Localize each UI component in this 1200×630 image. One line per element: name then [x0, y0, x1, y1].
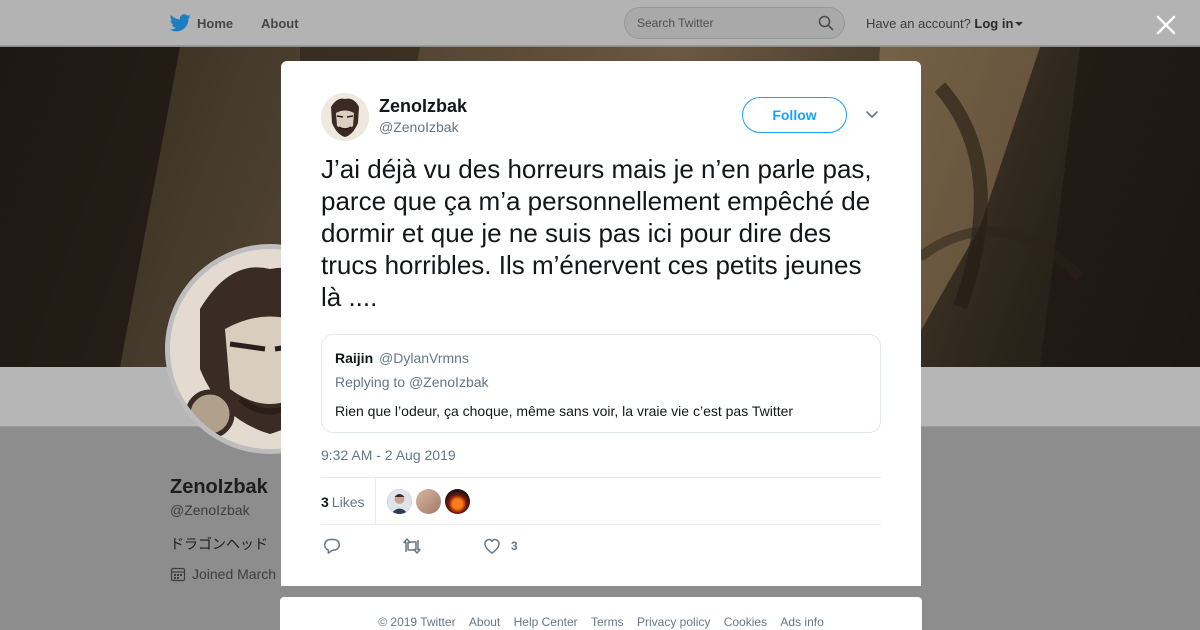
- author-name[interactable]: ZenoIzbak: [379, 96, 467, 117]
- quoted-author-handle: @DylanVrmns: [379, 350, 469, 366]
- footer: © 2019 Twitter About Help Center Terms P…: [280, 597, 922, 630]
- footer-link-cookies[interactable]: Cookies: [724, 615, 767, 629]
- search-box[interactable]: [624, 7, 845, 39]
- tweet-text: J’ai déjà vu des horreurs mais je n’en p…: [321, 154, 872, 312]
- chevron-down-icon[interactable]: [865, 109, 879, 121]
- profile-handle: @ZenoIzbak: [170, 502, 250, 518]
- quoted-replying-to: Replying to @ZenoIzbak: [335, 374, 489, 390]
- likes-stat[interactable]: 3 Likes: [321, 494, 364, 510]
- footer-link-about[interactable]: About: [469, 615, 500, 629]
- tweet-timestamp[interactable]: 9:32 AM - 2 Aug 2019: [321, 447, 456, 463]
- quoted-tweet[interactable]: Raijin @DylanVrmns Replying to @ZenoIzba…: [321, 334, 881, 433]
- profile-name: ZenoIzbak: [170, 476, 268, 498]
- liker-avatar[interactable]: [387, 489, 412, 514]
- replying-to-handle[interactable]: @ZenoIzbak: [409, 374, 489, 390]
- search-input[interactable]: [637, 8, 817, 38]
- retweet-icon[interactable]: [402, 537, 422, 555]
- twitter-bird-icon: [170, 14, 191, 32]
- tweet-stats: 3 Likes: [321, 477, 881, 525]
- login-link[interactable]: Log in: [974, 16, 1013, 31]
- footer-link-privacy-policy[interactable]: Privacy policy: [637, 615, 710, 629]
- profile-joined: Joined March: [170, 566, 276, 582]
- home-link[interactable]: Home: [170, 12, 233, 34]
- author-avatar-artwork: [321, 93, 369, 141]
- tweet-modal: ZenoIzbak @ZenoIzbak Follow J’ai déjà vu…: [281, 61, 921, 586]
- replying-to-label: Replying to: [335, 374, 406, 390]
- profile-bio: ドラゴンヘッド: [170, 536, 268, 552]
- footer-link-ads-info[interactable]: Ads info: [780, 615, 823, 629]
- quoted-tweet-text: Rien que l’odeur, ça choque, même sans v…: [335, 403, 794, 419]
- profile-joined-label: Joined March: [192, 566, 277, 582]
- like-action-count: 3: [511, 539, 518, 553]
- follow-button[interactable]: Follow: [742, 97, 847, 133]
- tweet-actions: 3: [321, 535, 881, 557]
- quoted-author-name: Raijin: [335, 350, 374, 366]
- stats-divider: [375, 478, 376, 524]
- home-label: Home: [197, 15, 234, 31]
- likes-count: 3: [321, 494, 329, 510]
- quoted-tweet-header: Raijin @DylanVrmns: [335, 350, 469, 366]
- top-navigation: Home About Have an account? Log in: [0, 0, 1200, 46]
- reply-icon[interactable]: [323, 537, 341, 555]
- liker-avatar[interactable]: [416, 489, 441, 514]
- account-prompt: Have an account?: [866, 16, 971, 31]
- liker-avatar-artwork: [387, 489, 412, 514]
- footer-link-help-center[interactable]: Help Center: [514, 615, 578, 629]
- footer-link-terms[interactable]: Terms: [591, 615, 624, 629]
- heart-icon[interactable]: [483, 537, 501, 555]
- author-avatar[interactable]: [321, 93, 369, 141]
- author-handle[interactable]: @ZenoIzbak: [379, 119, 459, 135]
- footer-copyright: © 2019 Twitter: [378, 615, 456, 629]
- close-icon[interactable]: [1154, 13, 1178, 37]
- account-area: Have an account? Log in: [866, 16, 1024, 31]
- search-icon[interactable]: [818, 15, 834, 31]
- liker-avatar[interactable]: [445, 489, 470, 514]
- chevron-down-icon[interactable]: [1015, 22, 1024, 26]
- about-link[interactable]: About: [261, 16, 299, 31]
- calendar-icon: [170, 567, 186, 582]
- likes-label: Likes: [331, 494, 365, 510]
